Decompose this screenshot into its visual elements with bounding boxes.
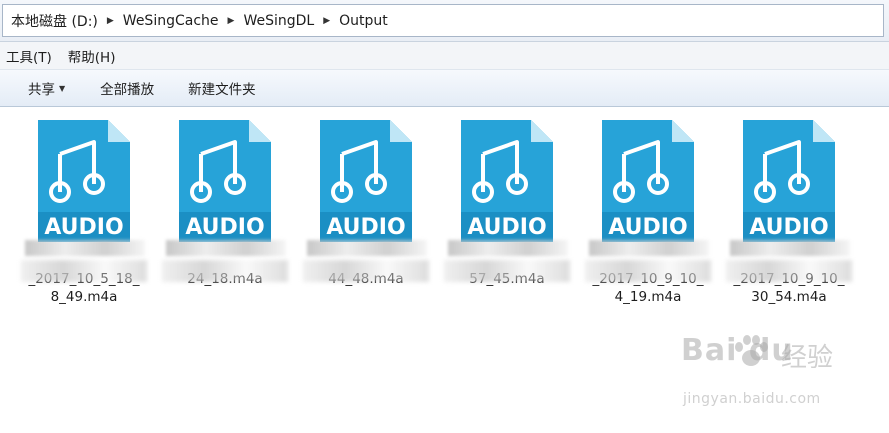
breadcrumb-drive[interactable]: 本地磁盘 (D:) [11, 11, 98, 31]
redacted-name [730, 240, 850, 256]
menu-tools[interactable]: 工具(T) [6, 46, 52, 66]
redacted-name [25, 240, 145, 256]
file-item[interactable]: AUDIO 44_48.m4a [299, 118, 433, 288]
audio-badge: AUDIO [608, 215, 687, 240]
breadcrumb-arrow-icon[interactable]: ▶ [107, 16, 114, 26]
file-list: AUDIO _2017_10_5_18_8_49.m4a AUDIO 24_18… [0, 108, 889, 433]
redacted-name [303, 260, 429, 282]
audio-badge: AUDIO [44, 215, 123, 240]
new-folder-label: 新建文件夹 [188, 82, 256, 98]
menu-help[interactable]: 帮助(H) [68, 46, 116, 66]
audio-badge: AUDIO [467, 215, 546, 240]
audio-file-icon: AUDIO [743, 120, 835, 242]
redacted-name [589, 240, 709, 256]
redacted-name [444, 260, 570, 282]
file-item[interactable]: AUDIO 24_18.m4a [158, 118, 292, 288]
audio-badge: AUDIO [185, 215, 264, 240]
audio-file-icon: AUDIO [179, 120, 271, 242]
new-folder-button[interactable]: 新建文件夹 [180, 74, 264, 102]
audio-file-icon: AUDIO [602, 120, 694, 242]
caret-down-icon: ▼ [59, 83, 66, 93]
redacted-name [166, 240, 286, 256]
file-name-line: 8_49.m4a [50, 289, 118, 305]
redacted-name [726, 260, 852, 282]
address-bar: 本地磁盘 (D:) ▶ WeSingCache ▶ WeSingDL ▶ Out… [0, 0, 889, 42]
breadcrumb-wesingcache[interactable]: WeSingCache [123, 13, 219, 29]
play-all-label: 全部播放 [100, 82, 155, 98]
breadcrumb-wesingdl[interactable]: WeSingDL [243, 13, 314, 29]
redacted-name [21, 260, 147, 282]
address-box[interactable]: 本地磁盘 (D:) ▶ WeSingCache ▶ WeSingDL ▶ Out… [2, 4, 884, 37]
file-name-line: 30_54.m4a [751, 289, 827, 305]
redacted-name [162, 260, 288, 282]
play-all-button[interactable]: 全部播放 [92, 74, 162, 102]
file-item[interactable]: AUDIO _2017_10_9_10_30_54.m4a [722, 118, 856, 306]
redacted-name [585, 260, 711, 282]
share-label: 共享 [28, 82, 55, 98]
command-toolbar: 共享 ▼ 全部播放 新建文件夹 [0, 70, 889, 107]
redacted-name [307, 240, 427, 256]
redacted-name [448, 240, 568, 256]
audio-badge: AUDIO [749, 215, 828, 240]
breadcrumb-output[interactable]: Output [339, 13, 388, 29]
breadcrumb-arrow-icon[interactable]: ▶ [323, 16, 330, 26]
file-item[interactable]: AUDIO 57_45.m4a [440, 118, 574, 288]
breadcrumb-arrow-icon[interactable]: ▶ [228, 16, 235, 26]
audio-badge: AUDIO [326, 215, 405, 240]
file-name-line: 4_19.m4a [614, 289, 682, 305]
audio-file-icon: AUDIO [461, 120, 553, 242]
file-item[interactable]: AUDIO _2017_10_5_18_8_49.m4a [17, 118, 151, 306]
file-item[interactable]: AUDIO _2017_10_9_10_4_19.m4a [581, 118, 715, 306]
share-button[interactable]: 共享 ▼ [20, 74, 73, 102]
audio-file-icon: AUDIO [320, 120, 412, 242]
menu-bar: 工具(T) 帮助(H) [0, 42, 889, 70]
audio-file-icon: AUDIO [38, 120, 130, 242]
